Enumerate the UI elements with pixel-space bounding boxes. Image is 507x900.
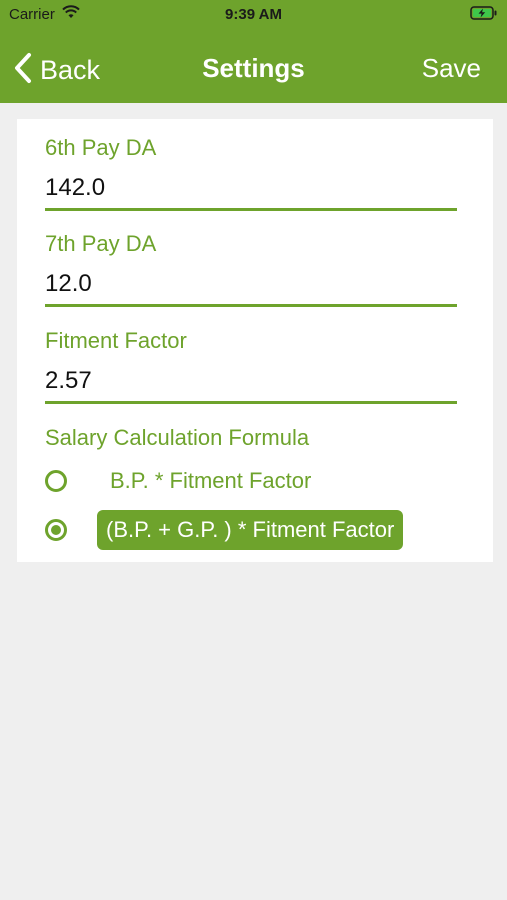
status-time: 9:39 AM (225, 6, 282, 23)
fitment-factor-input[interactable] (45, 366, 457, 404)
salary-formula-label: Salary Calculation Formula (45, 425, 310, 450)
status-bar: Carrier 9:39 AM (0, 0, 507, 28)
formula-option-label-selected: (B.P. + G.P. ) * Fitment Factor (97, 510, 404, 550)
settings-card: 6th Pay DA 7th Pay DA Fitment Factor Sal… (17, 119, 493, 562)
seventh-pay-da-input[interactable] (45, 269, 457, 307)
sixth-pay-da-label: 6th Pay DA (45, 135, 157, 160)
formula-option-label: B.P. * Fitment Factor (110, 468, 312, 493)
radio-unselected[interactable] (45, 470, 67, 492)
formula-option-bp-gp[interactable]: (B.P. + G.P. ) * Fitment Factor (45, 510, 465, 550)
chevron-left-icon (14, 52, 32, 89)
seventh-pay-da-label: 7th Pay DA (45, 231, 157, 256)
fitment-factor-label: Fitment Factor (45, 328, 187, 353)
save-button[interactable]: Save (422, 53, 481, 84)
sixth-pay-da-field: 6th Pay DA (45, 135, 457, 211)
formula-option-bp[interactable]: B.P. * Fitment Factor (45, 461, 465, 501)
radio-selected[interactable] (45, 519, 67, 541)
fitment-factor-field: Fitment Factor (45, 328, 457, 404)
navigation-bar: Back Settings Save (0, 40, 507, 98)
seventh-pay-da-field: 7th Pay DA (45, 231, 457, 307)
app-header: Carrier 9:39 AM Back Settings Save (0, 0, 507, 103)
battery-charging-icon (470, 6, 498, 24)
back-button[interactable]: Back (14, 50, 100, 90)
sixth-pay-da-input[interactable] (45, 173, 457, 211)
back-label: Back (40, 54, 101, 85)
